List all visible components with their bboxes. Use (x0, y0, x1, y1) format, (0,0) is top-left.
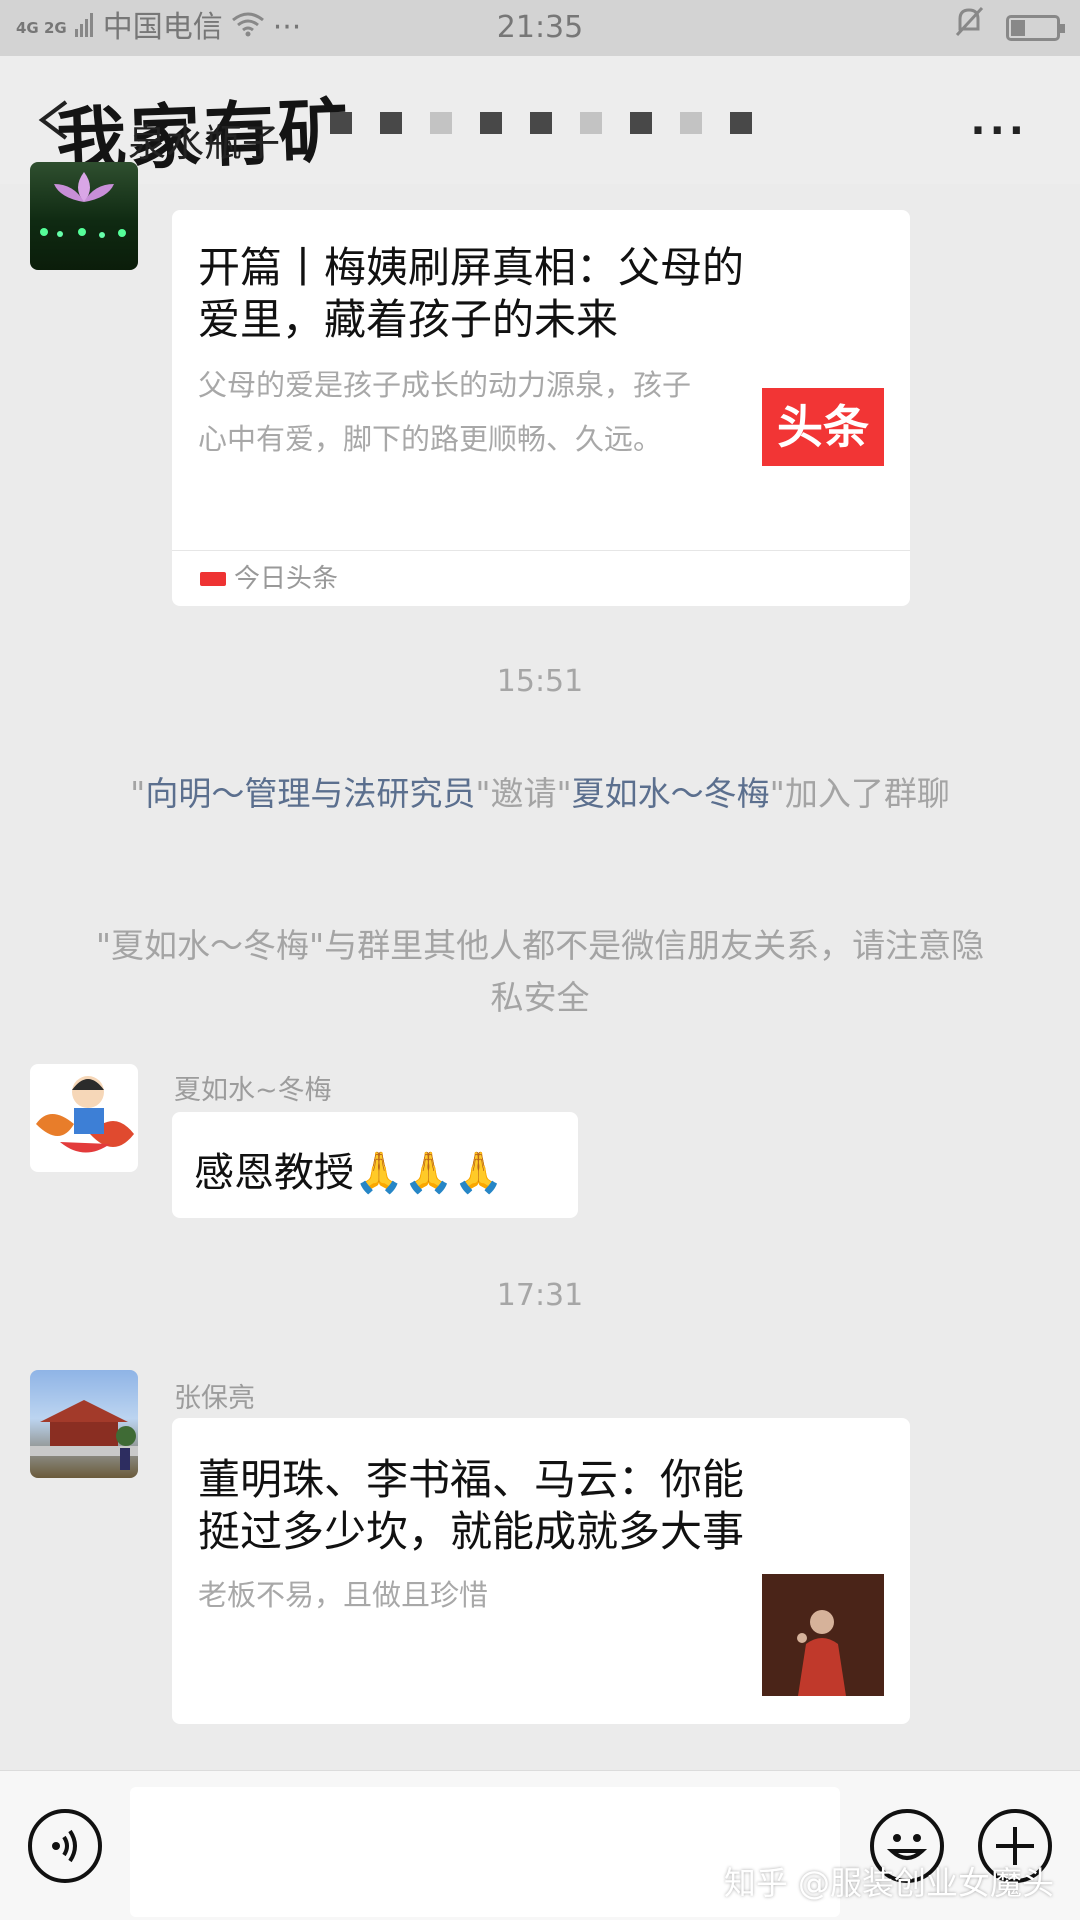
article-source: 今日头条 (172, 550, 910, 606)
message-body: 感恩教授 (194, 1150, 354, 1196)
mute-bell-icon (954, 0, 984, 56)
zhihu-watermark: 知乎 @服装创业女魔头 (723, 1864, 1054, 1902)
article-thumbnail (762, 1574, 884, 1696)
article-thumbnail: 头条 (762, 388, 884, 466)
text-message-bubble[interactable]: 感恩教授🙏🙏🙏 (172, 1112, 578, 1218)
article-card[interactable]: 开篇丨梅姨刷屏真相：父母的爱里，藏着孩子的未来 父母的爱是孩子成长的动力源泉，孩… (172, 210, 910, 606)
system-message-invite: "向明～管理与法研究员"邀请"夏如水～冬梅"加入了群聊 (90, 768, 990, 820)
system-message-privacy: "夏如水～冬梅"与群里其他人都不是微信朋友关系，请注意隐私安全 (95, 926, 985, 1017)
invite-verb: "邀请" (475, 774, 572, 813)
avatar[interactable] (30, 162, 138, 270)
status-time: 21:35 (496, 10, 584, 45)
voice-input-button[interactable] (28, 1809, 102, 1883)
avatar[interactable] (30, 1370, 138, 1478)
inviter-name[interactable]: 向明～管理与法研究员 (145, 774, 475, 813)
praying-hands-emoji: 🙏🙏🙏 (354, 1150, 504, 1196)
invitee-name[interactable]: 夏如水～冬梅 (572, 774, 770, 813)
avatar[interactable] (30, 1064, 138, 1172)
article-description: 老板不易，且做且珍惜 (198, 1578, 489, 1612)
message-timestamp: 15:51 (496, 664, 584, 699)
article-description: 父母的爱是孩子成长的动力源泉，孩子心中有爱，脚下的路更顺畅、久远。 (198, 368, 692, 456)
article-title: 董明珠、李书福、马云：你能挺过多少坎，就能成就多大事 (198, 1455, 745, 1556)
chat-subtitle: 泉水瓶子 (128, 121, 281, 165)
more-options-icon[interactable]: ··· (970, 108, 1028, 154)
article-card[interactable]: 董明珠、李书福、马云：你能挺过多少坎，就能成就多大事 老板不易，且做且珍惜 (172, 1418, 910, 1724)
sender-name: 张保亮 (174, 1383, 255, 1414)
battery-icon (1006, 15, 1065, 41)
source-label: 今日头条 (234, 564, 339, 594)
message-text: 感恩教授🙏🙏🙏 (194, 1140, 503, 1198)
toutiao-icon (200, 572, 226, 586)
article-title: 开篇丨梅姨刷屏真相：父母的爱里，藏着孩子的未来 (198, 243, 745, 344)
quote-mark: " (130, 774, 146, 813)
sender-name: 夏如水~冬梅 (174, 1075, 332, 1106)
invite-tail: "加入了群聊 (769, 774, 950, 813)
blurred-group-name (330, 112, 860, 152)
status-bar: 4G 2G 中国电信 ··· 21:35 (0, 0, 1080, 56)
status-right (954, 0, 1065, 56)
message-timestamp: 17:31 (496, 1278, 584, 1313)
